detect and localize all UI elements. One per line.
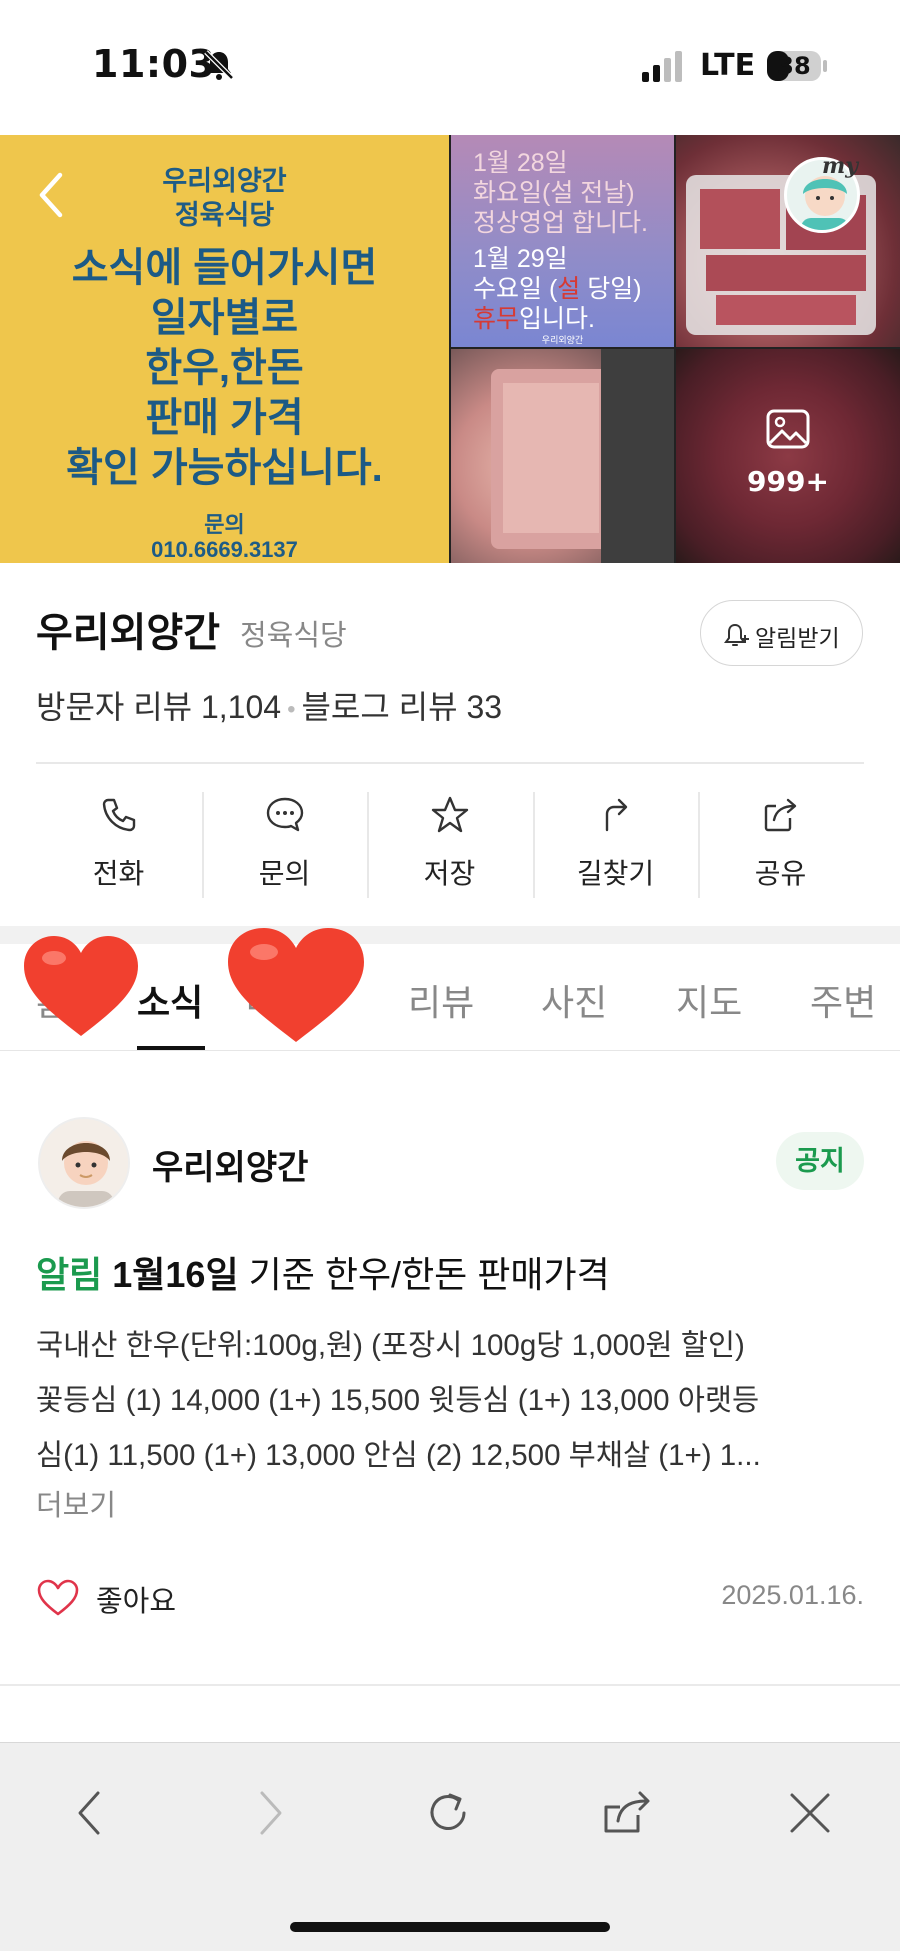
browser-refresh-icon[interactable] [418, 1783, 478, 1843]
browser-toolbar [0, 1742, 900, 1951]
battery-level: 38 [777, 52, 811, 80]
blog-review-link[interactable]: 블로그 리뷰 33 [301, 689, 502, 725]
browser-share-icon[interactable] [598, 1783, 658, 1843]
tab-review[interactable]: 리뷰 [408, 974, 474, 1026]
my-badge: my [822, 153, 859, 179]
notice-badge: 공지 [776, 1132, 864, 1190]
status-bar: 11:03 LTE 38 [0, 0, 900, 135]
read-more-link[interactable]: 더보기 [36, 1482, 116, 1524]
photo-meat-hand[interactable] [451, 349, 674, 563]
heart-sticker-icon [24, 936, 138, 1036]
post-date: 2025.01.16. [721, 1580, 864, 1610]
action-label: 길찾기 [576, 858, 655, 889]
post-body-line: 심(1) 11,500 (1+) 13,000 안심 (2) 12,500 부채… [36, 1439, 761, 1472]
blog-review-count: 33 [466, 689, 503, 725]
place-name: 우리외양간 [36, 611, 220, 655]
heart-outline-icon[interactable] [36, 1578, 80, 1618]
call-button[interactable]: 전화 [36, 790, 201, 900]
post-body[interactable]: 국내산 한우(단위:100g,원) (포장시 100g당 1,000원 할인) … [36, 1318, 872, 1483]
blog-review-label: 블로그 리뷰 [301, 689, 458, 725]
place-category: 정육식당 [240, 620, 347, 652]
divider [36, 762, 864, 764]
home-indicator[interactable] [290, 1922, 610, 1932]
tab-bar: 홈 소식 메뉴 리뷰 사진 지도 주변 [0, 928, 900, 1051]
post-title-text: 기준 한우/한돈 판매가격 [238, 1254, 610, 1295]
battery-icon: 38 [766, 50, 828, 82]
review-summary: 방문자 리뷰 1,104 • 블로그 리뷰 33 [36, 682, 502, 728]
active-tab-indicator [137, 1046, 205, 1050]
like-button-label[interactable]: 좋아요 [96, 1578, 176, 1620]
heart-sticker-icon [228, 928, 364, 1042]
visitor-review-label: 방문자 리뷰 [36, 689, 193, 725]
network-label: LTE [700, 48, 756, 83]
photo-gallery[interactable]: 우리외양간 정육식당 소식에 들어가시면 일자별로 한우,한돈 판매 가격 확인… [0, 135, 900, 563]
tab-map[interactable]: 지도 [676, 974, 742, 1026]
poster-contact-label: 문의 [204, 512, 245, 537]
bell-plus-icon [724, 623, 749, 646]
action-label: 공유 [754, 858, 807, 889]
separator-dot: • [287, 695, 296, 723]
chat-icon [266, 797, 304, 832]
tab-nearby[interactable]: 주변 [810, 974, 876, 1026]
author-avatar[interactable] [38, 1117, 130, 1209]
more-photos-count: 999+ [747, 465, 829, 498]
image-icon [766, 409, 810, 449]
action-row: 전화 문의 저장 길찾기 공유 [36, 790, 864, 900]
tab-photo[interactable]: 사진 [541, 974, 607, 1026]
bell-mute-icon [204, 50, 234, 80]
post-title-date: 1월16일 [112, 1254, 239, 1295]
browser-back-icon[interactable] [60, 1783, 120, 1843]
browser-close-icon[interactable] [780, 1783, 840, 1843]
action-label: 전화 [92, 858, 145, 889]
post-body-line: 국내산 한우(단위:100g,원) (포장시 100g당 1,000원 할인) [36, 1329, 745, 1362]
divider [0, 1684, 900, 1686]
meat-texture [686, 175, 876, 335]
action-label: 저장 [423, 858, 476, 889]
visitor-review-link[interactable]: 방문자 리뷰 1,104 [36, 689, 281, 725]
notice-footer: 우리외양간 [541, 336, 584, 346]
phone-icon [102, 798, 136, 832]
browser-forward-icon[interactable] [240, 1783, 300, 1843]
star-icon [431, 796, 469, 833]
photo-main-poster[interactable]: 우리외양간 정육식당 소식에 들어가시면 일자별로 한우,한돈 판매 가격 확인… [0, 135, 449, 563]
post-body-line: 꽃등심 (1) 14,000 (1+) 15,500 윗등심 (1+) 13,0… [36, 1384, 760, 1417]
directions-icon [605, 798, 628, 832]
poster-line: 확인 가능하십니다. [66, 446, 383, 490]
signal-icon [642, 51, 682, 82]
action-label: 문의 [258, 858, 311, 889]
post-tag: 알림 [36, 1254, 103, 1295]
share-icon [764, 798, 797, 832]
notice-line: 정상영업 합니다. [473, 209, 648, 237]
status-time: 11:03 [92, 42, 216, 86]
inquiry-button[interactable]: 문의 [202, 790, 367, 900]
back-arrow-icon[interactable] [34, 169, 68, 221]
poster-contact-phone: 010.6669.3137 [151, 537, 298, 562]
meat-texture [491, 349, 674, 563]
notice-line: 휴무입니다. [473, 305, 595, 333]
directions-button[interactable]: 길찾기 [533, 790, 698, 900]
share-button[interactable]: 공유 [698, 790, 863, 900]
alert-subscribe-button[interactable]: 알림받기 [700, 600, 863, 666]
alert-button-label: 알림받기 [755, 625, 840, 651]
visitor-review-count: 1,104 [200, 689, 282, 725]
post-title[interactable]: 알림 1월16일 기준 한우/한돈 판매가격 [36, 1246, 610, 1298]
post-author-name[interactable]: 우리외양간 [152, 1140, 308, 1189]
tab-news[interactable]: 소식 [137, 974, 203, 1026]
avatar-illustration [40, 1119, 128, 1207]
save-button[interactable]: 저장 [367, 790, 532, 900]
more-photos-button[interactable]: 999+ [676, 349, 900, 563]
photo-meat-tray[interactable] [676, 135, 900, 347]
photo-holiday-notice[interactable]: 1월 28일 화요일(설 전날) 정상영업 합니다. 1월 29일 수요일 (설… [451, 135, 674, 347]
